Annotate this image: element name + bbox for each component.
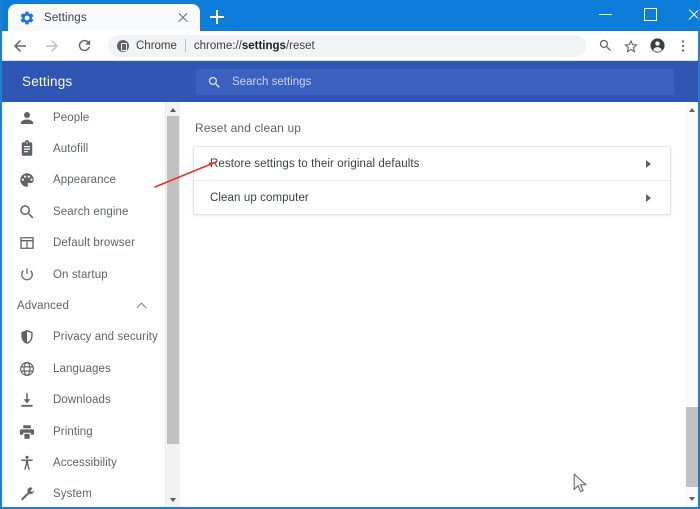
- sidebar-section-label: Advanced: [17, 300, 138, 312]
- shield-icon: [18, 328, 36, 346]
- sidebar-item-label: Accessibility: [53, 457, 117, 469]
- row-label: Restore settings to their original defau…: [210, 158, 644, 170]
- sidebar-item-downloads[interactable]: Downloads: [0, 385, 165, 416]
- row-clean-up-computer[interactable]: Clean up computer: [194, 181, 670, 214]
- browser-toolbar: Chrome chrome://settings/reset: [0, 31, 700, 61]
- chevron-up-icon: [138, 302, 147, 311]
- page-title: Settings: [22, 74, 72, 89]
- wrench-icon: [18, 485, 36, 503]
- tab-settings[interactable]: Settings: [8, 4, 200, 31]
- sidebar-item-label: Languages: [53, 363, 111, 375]
- sidebar-item-label: Printing: [53, 426, 93, 438]
- sidebar-item-label: Privacy and security: [53, 331, 158, 343]
- browser-window-icon: [18, 234, 36, 252]
- settings-search-box[interactable]: Search settings: [196, 69, 674, 95]
- sidebar-item-autofill[interactable]: Autofill: [0, 133, 165, 164]
- section-title: Reset and clean up: [195, 121, 301, 135]
- main-scroll-down-arrow-icon[interactable]: [685, 492, 700, 507]
- omnibox-divider: [185, 39, 186, 52]
- minimize-button[interactable]: [586, 0, 626, 28]
- tab-title: Settings: [44, 12, 174, 24]
- sidebar-scroll-up-arrow-icon[interactable]: [166, 102, 180, 116]
- sidebar-item-label: People: [53, 112, 89, 124]
- avatar-icon[interactable]: [644, 33, 670, 59]
- sidebar-item-search-engine[interactable]: Search engine: [0, 196, 165, 227]
- chevron-right-icon: [644, 159, 654, 169]
- sidebar-item-label: Autofill: [53, 143, 88, 155]
- printer-icon: [18, 423, 36, 441]
- close-button[interactable]: [674, 0, 700, 28]
- power-icon: [18, 266, 36, 284]
- settings-sidebar: People Autofill Appearance Search engine: [0, 102, 166, 507]
- omnibox-url-prefix: chrome://: [194, 40, 242, 52]
- star-icon[interactable]: [618, 33, 644, 59]
- three-dot-menu-icon[interactable]: [670, 33, 696, 59]
- settings-body: People Autofill Appearance Search engine: [0, 102, 700, 507]
- sidebar-item-label: System: [53, 488, 92, 500]
- download-icon: [18, 391, 36, 409]
- sidebar-item-label: Downloads: [53, 394, 111, 406]
- search-icon: [207, 75, 222, 90]
- forward-arrow-icon[interactable]: [38, 32, 66, 60]
- sidebar-item-label: Search engine: [53, 206, 128, 218]
- chrome-page-icon: [117, 40, 129, 52]
- sidebar-item-languages[interactable]: Languages: [0, 353, 165, 384]
- sidebar-scrollbar-thumb[interactable]: [167, 116, 179, 444]
- palette-icon: [18, 171, 36, 189]
- sidebar-item-accessibility[interactable]: Accessibility: [0, 447, 165, 478]
- row-label: Clean up computer: [210, 192, 644, 204]
- omnibox-url-text: chrome://settings/reset: [194, 40, 315, 52]
- search-icon[interactable]: [592, 33, 618, 59]
- sidebar-item-appearance[interactable]: Appearance: [0, 165, 165, 196]
- maximize-button[interactable]: [630, 0, 670, 28]
- sidebar-item-on-startup[interactable]: On startup: [0, 259, 165, 290]
- row-restore-settings[interactable]: Restore settings to their original defau…: [194, 147, 670, 180]
- omnibox-url-bold: settings: [242, 40, 286, 52]
- omnibox-url-suffix: /reset: [286, 40, 315, 52]
- address-bar[interactable]: Chrome chrome://settings/reset: [108, 35, 586, 57]
- close-tab-icon[interactable]: [174, 9, 192, 27]
- chevron-right-icon: [644, 193, 654, 203]
- sidebar-item-label: On startup: [53, 269, 108, 281]
- sidebar-item-system[interactable]: System: [0, 479, 165, 507]
- gear-icon: [19, 10, 35, 26]
- sidebar-item-label: Appearance: [53, 174, 116, 186]
- sidebar-section-advanced[interactable]: Advanced: [0, 290, 165, 321]
- settings-search-placeholder: Search settings: [232, 76, 311, 88]
- sidebar-scroll-down-arrow-icon[interactable]: [166, 493, 180, 507]
- settings-main-content: Reset and clean up Restore settings to t…: [181, 102, 685, 507]
- main-scroll-up-arrow-icon[interactable]: [685, 102, 700, 117]
- sidebar-item-privacy-and-security[interactable]: Privacy and security: [0, 322, 165, 353]
- sidebar-scrollbar[interactable]: [166, 102, 180, 507]
- globe-icon: [18, 360, 36, 378]
- title-bar: Settings: [0, 0, 700, 31]
- browser-window: Settings Chrome: [0, 0, 700, 509]
- accessibility-icon: [18, 454, 36, 472]
- sidebar-item-label: Default browser: [53, 237, 135, 249]
- sidebar-item-printing[interactable]: Printing: [0, 416, 165, 447]
- search-icon: [18, 203, 36, 221]
- person-icon: [18, 109, 36, 127]
- back-arrow-icon[interactable]: [6, 32, 34, 60]
- new-tab-button[interactable]: [204, 6, 230, 28]
- sidebar-item-default-browser[interactable]: Default browser: [0, 228, 165, 259]
- omnibox-scheme-label: Chrome: [136, 40, 177, 52]
- main-scrollbar[interactable]: [685, 102, 700, 507]
- clipboard-icon: [18, 140, 36, 158]
- sidebar-item-people[interactable]: People: [0, 102, 165, 133]
- main-scrollbar-thumb[interactable]: [686, 407, 699, 487]
- reload-icon[interactable]: [70, 32, 98, 60]
- reset-options-card: Restore settings to their original defau…: [193, 146, 671, 215]
